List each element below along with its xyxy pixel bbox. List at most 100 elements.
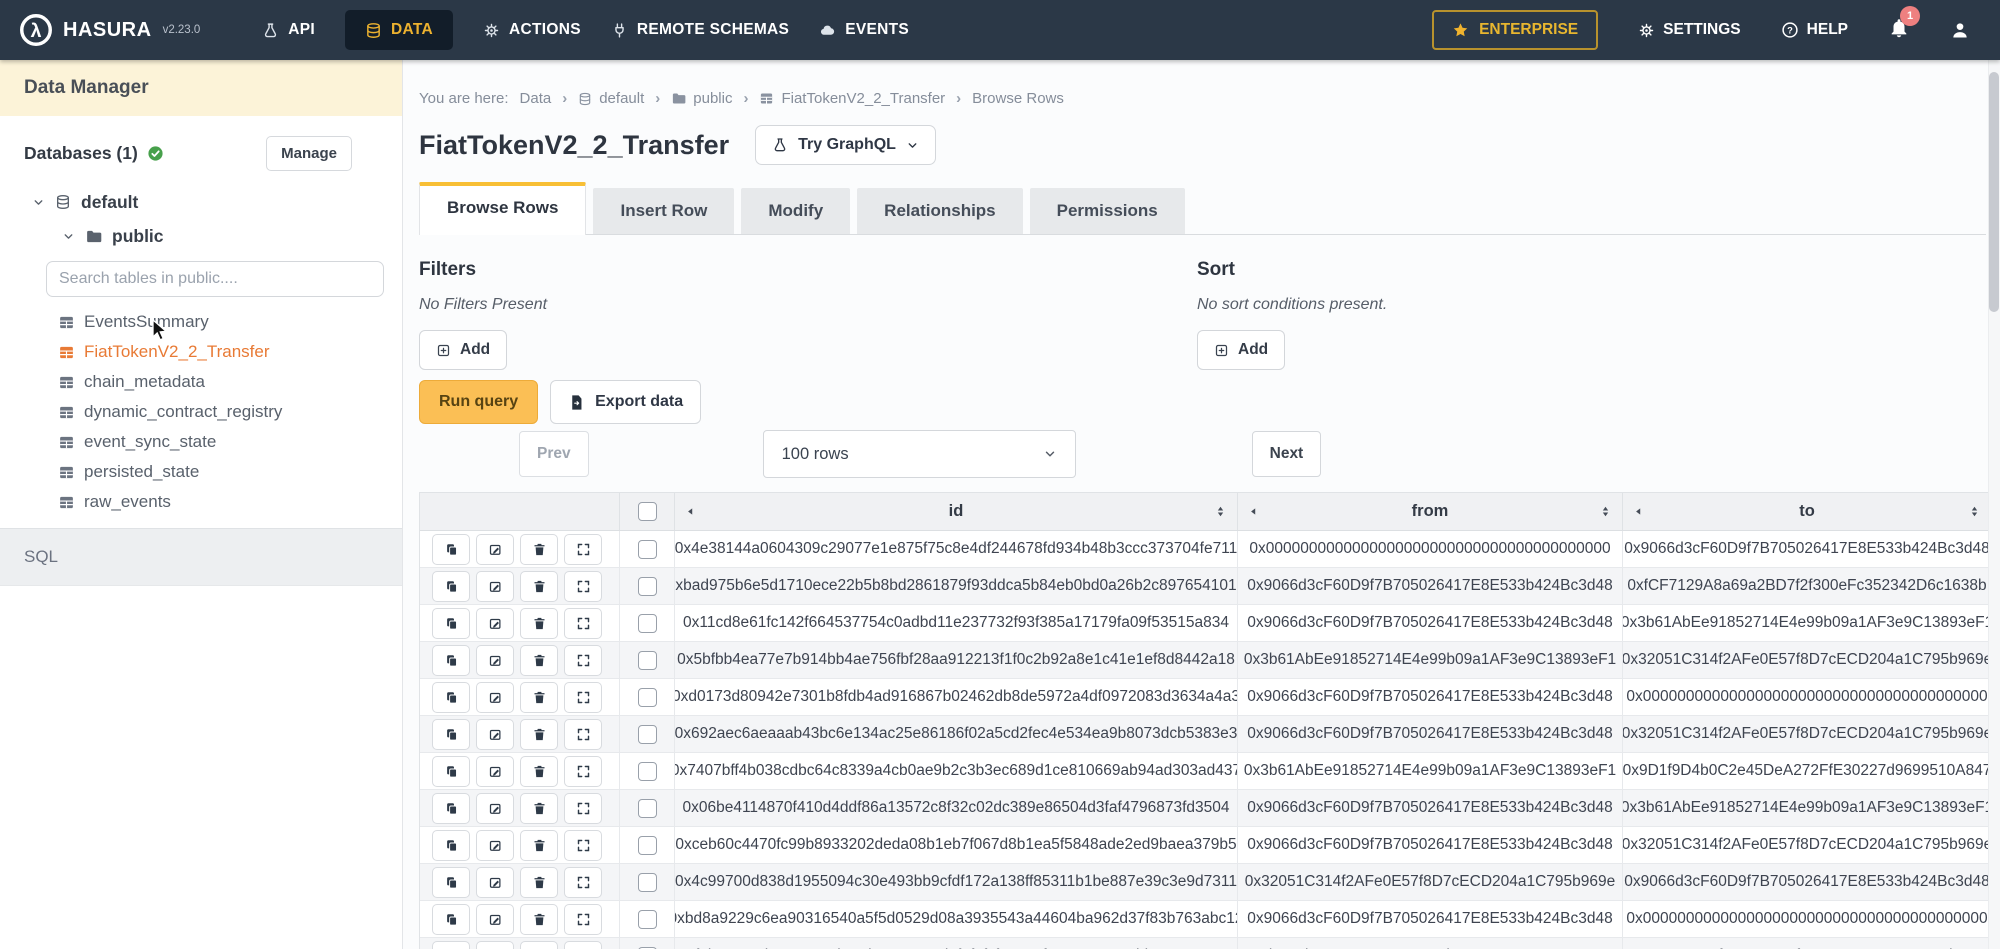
breadcrumb-data[interactable]: Data <box>520 90 552 107</box>
help-link[interactable]: HELP <box>1781 21 1848 39</box>
tree-node-default-database[interactable]: default <box>0 185 402 219</box>
delete-row-button[interactable] <box>520 534 558 565</box>
delete-row-button[interactable] <box>520 645 558 676</box>
expand-row-button[interactable] <box>564 941 602 949</box>
row-checkbox[interactable] <box>638 762 657 781</box>
export-data-button[interactable]: Export data <box>550 380 701 424</box>
edit-row-button[interactable] <box>476 682 514 713</box>
edit-row-button[interactable] <box>476 904 514 935</box>
expand-row-button[interactable] <box>564 830 602 861</box>
sidebar-table-item[interactable]: FiatTokenV2_2_Transfer <box>0 337 402 367</box>
account-person-icon[interactable] <box>1950 20 1970 40</box>
edit-row-button[interactable] <box>476 534 514 565</box>
delete-row-button[interactable] <box>520 793 558 824</box>
row-checkbox[interactable] <box>638 688 657 707</box>
clone-row-button[interactable] <box>432 941 470 949</box>
settings-link[interactable]: SETTINGS <box>1638 21 1741 39</box>
breadcrumb-schema[interactable]: public <box>671 90 732 107</box>
tree-node-public-schema[interactable]: public <box>0 219 402 253</box>
add-filter-button[interactable]: Add <box>419 330 507 370</box>
clone-row-button[interactable] <box>432 830 470 861</box>
expand-row-button[interactable] <box>564 719 602 750</box>
tab-modify[interactable]: Modify <box>741 188 850 234</box>
delete-row-button[interactable] <box>520 941 558 949</box>
collapse-column-icon[interactable] <box>685 506 696 517</box>
tab-permissions[interactable]: Permissions <box>1030 188 1185 234</box>
breadcrumb-table[interactable]: FiatTokenV2_2_Transfer <box>759 90 945 107</box>
nav-item-api[interactable]: API <box>262 10 315 50</box>
expand-row-button[interactable] <box>564 756 602 787</box>
clone-row-button[interactable] <box>432 608 470 639</box>
edit-row-button[interactable] <box>476 719 514 750</box>
expand-row-button[interactable] <box>564 645 602 676</box>
clone-row-button[interactable] <box>432 645 470 676</box>
row-checkbox[interactable] <box>638 910 657 929</box>
clone-row-button[interactable] <box>432 571 470 602</box>
expand-row-button[interactable] <box>564 534 602 565</box>
header-col-id[interactable]: id <box>675 493 1238 530</box>
row-checkbox[interactable] <box>638 614 657 633</box>
delete-row-button[interactable] <box>520 719 558 750</box>
header-col-from[interactable]: from <box>1238 493 1623 530</box>
sidebar-table-item[interactable]: dynamic_contract_registry <box>0 397 402 427</box>
collapse-column-icon[interactable] <box>1633 506 1644 517</box>
row-checkbox[interactable] <box>638 577 657 596</box>
expand-row-button[interactable] <box>564 793 602 824</box>
nav-item-remote-schemas[interactable]: REMOTE SCHEMAS <box>611 10 789 50</box>
chevron-down-icon[interactable] <box>62 230 75 243</box>
clone-row-button[interactable] <box>432 756 470 787</box>
sql-section[interactable]: SQL <box>0 528 402 586</box>
expand-row-button[interactable] <box>564 867 602 898</box>
edit-row-button[interactable] <box>476 867 514 898</box>
vertical-scrollbar[interactable] <box>1988 60 2000 949</box>
notifications-button[interactable]: 1 <box>1888 17 1910 44</box>
sidebar-table-item[interactable]: EventsSummary <box>0 307 402 337</box>
edit-row-button[interactable] <box>476 756 514 787</box>
row-checkbox[interactable] <box>638 540 657 559</box>
sidebar-table-item[interactable]: chain_metadata <box>0 367 402 397</box>
edit-row-button[interactable] <box>476 571 514 602</box>
expand-row-button[interactable] <box>564 904 602 935</box>
clone-row-button[interactable] <box>432 867 470 898</box>
table-search-input[interactable] <box>46 261 384 297</box>
collapse-column-icon[interactable] <box>1248 506 1259 517</box>
clone-row-button[interactable] <box>432 534 470 565</box>
sort-arrows-icon[interactable] <box>1214 504 1227 519</box>
sort-arrows-icon[interactable] <box>1599 504 1612 519</box>
add-sort-button[interactable]: Add <box>1197 330 1285 370</box>
next-page-button[interactable]: Next <box>1252 431 1322 477</box>
delete-row-button[interactable] <box>520 608 558 639</box>
delete-row-button[interactable] <box>520 756 558 787</box>
delete-row-button[interactable] <box>520 867 558 898</box>
breadcrumb-database[interactable]: default <box>578 90 644 107</box>
clone-row-button[interactable] <box>432 793 470 824</box>
run-query-button[interactable]: Run query <box>419 380 538 424</box>
row-checkbox[interactable] <box>638 725 657 744</box>
sidebar-table-item[interactable]: persisted_state <box>0 457 402 487</box>
sort-arrows-icon[interactable] <box>1968 504 1981 519</box>
edit-row-button[interactable] <box>476 830 514 861</box>
row-checkbox[interactable] <box>638 873 657 892</box>
row-checkbox[interactable] <box>638 651 657 670</box>
scrollbar-thumb[interactable] <box>1989 72 1999 312</box>
delete-row-button[interactable] <box>520 904 558 935</box>
select-all-checkbox[interactable] <box>638 502 657 521</box>
clone-row-button[interactable] <box>432 682 470 713</box>
tab-browse-rows[interactable]: Browse Rows <box>419 182 586 235</box>
edit-row-button[interactable] <box>476 941 514 949</box>
row-checkbox[interactable] <box>638 836 657 855</box>
brand[interactable]: HASURA v2.23.0 <box>18 12 200 48</box>
nav-item-events[interactable]: EVENTS <box>819 10 909 50</box>
expand-row-button[interactable] <box>564 571 602 602</box>
delete-row-button[interactable] <box>520 682 558 713</box>
nav-item-data[interactable]: DATA <box>345 10 453 50</box>
edit-row-button[interactable] <box>476 793 514 824</box>
clone-row-button[interactable] <box>432 904 470 935</box>
edit-row-button[interactable] <box>476 645 514 676</box>
try-graphql-button[interactable]: Try GraphQL <box>755 125 936 165</box>
sidebar-table-item[interactable]: raw_events <box>0 487 402 517</box>
page-size-select[interactable]: 100 rows <box>763 430 1076 478</box>
row-checkbox[interactable] <box>638 799 657 818</box>
manage-button[interactable]: Manage <box>266 136 352 171</box>
edit-row-button[interactable] <box>476 608 514 639</box>
